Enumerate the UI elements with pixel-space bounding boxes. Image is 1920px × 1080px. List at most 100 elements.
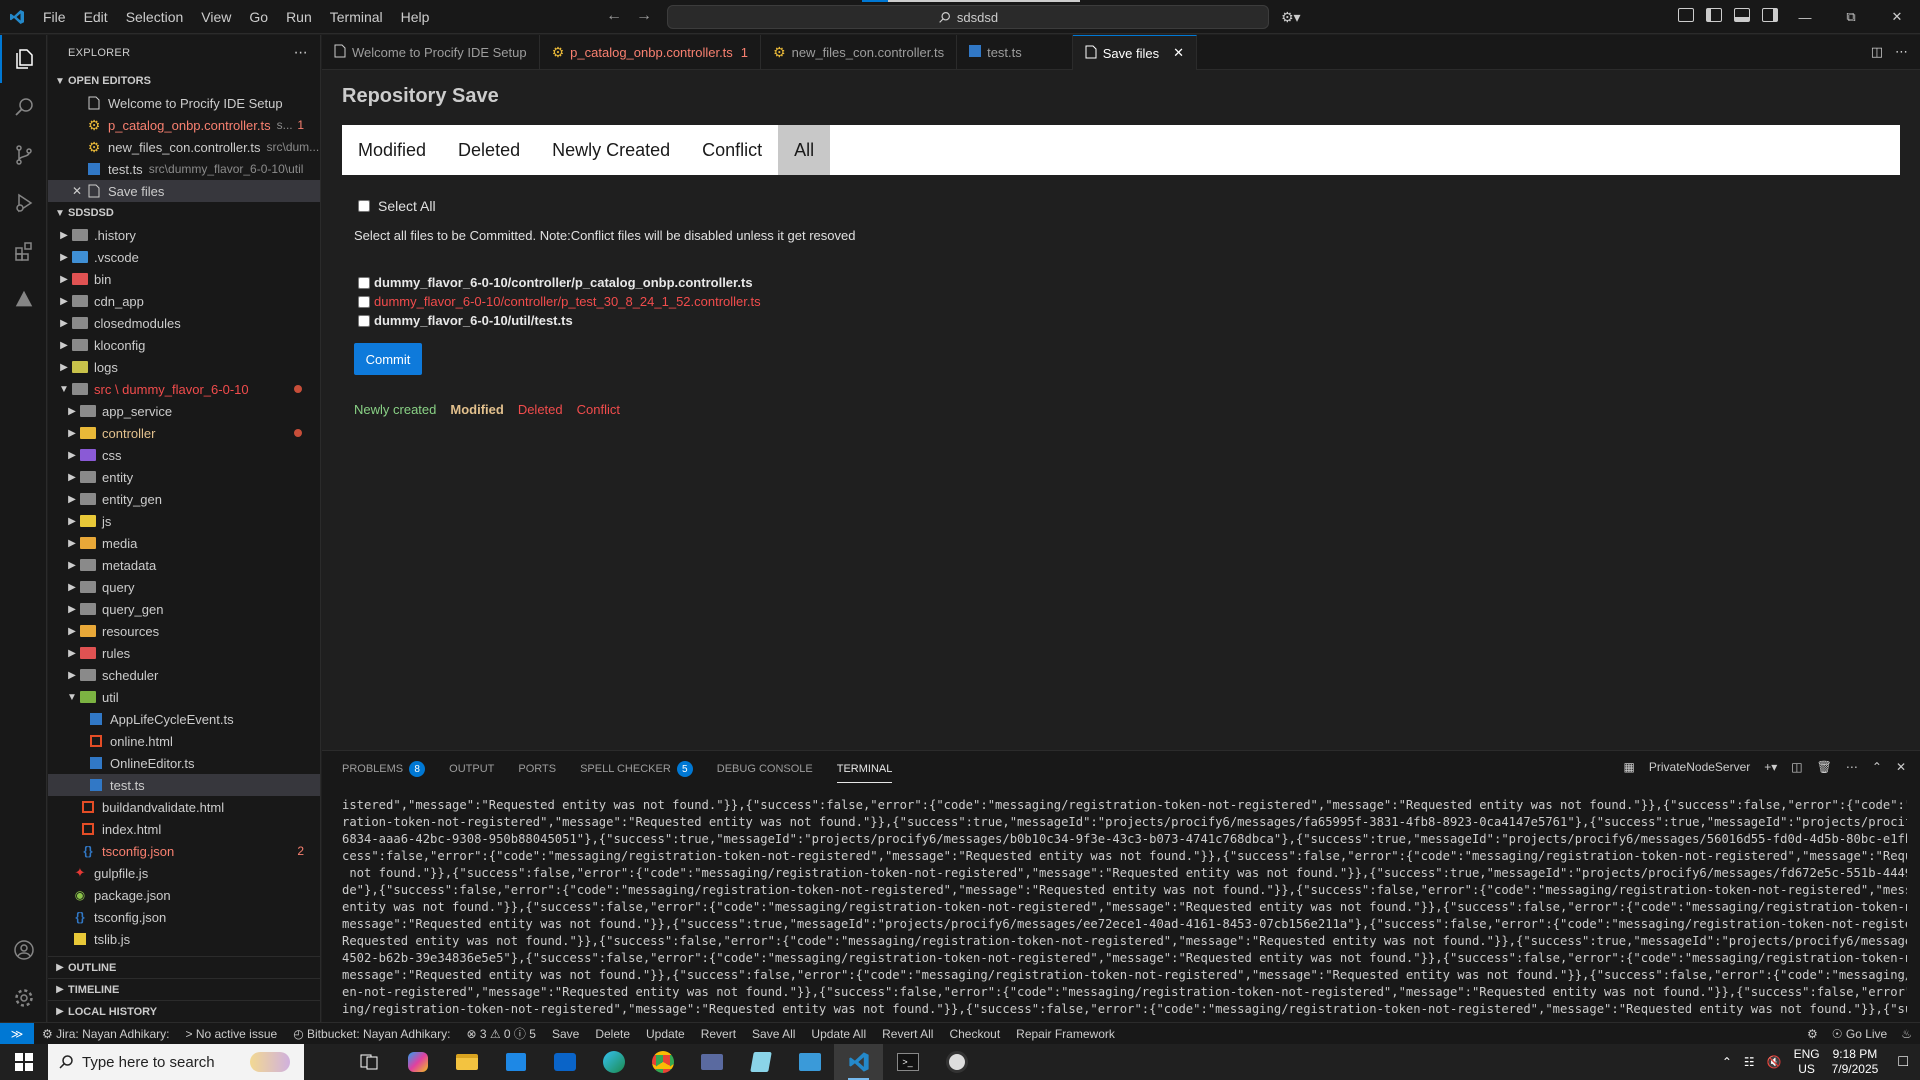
browser-app-icon[interactable]: [932, 1044, 981, 1080]
tree-file-item[interactable]: online.html: [48, 730, 320, 752]
tree-folder-item[interactable]: ▶ bin: [48, 268, 320, 290]
run-debug-icon[interactable]: [0, 179, 47, 227]
close-icon[interactable]: ✕: [1173, 45, 1184, 61]
tree-folder-item[interactable]: ▶ rules: [48, 642, 320, 664]
open-editor-new-files[interactable]: ⚙ new_files_con.controller.ts src\dum...: [48, 136, 320, 158]
copilot-app-icon[interactable]: [393, 1044, 442, 1080]
tab-terminal[interactable]: TERMINAL: [836, 751, 892, 787]
menu-edit[interactable]: Edit: [75, 0, 117, 34]
toggle-secondary-sidebar-icon[interactable]: [1762, 8, 1778, 22]
chrome-icon[interactable]: [638, 1044, 687, 1080]
file-explorer-icon[interactable]: [442, 1044, 491, 1080]
bitbucket-status[interactable]: ◴ Bitbucket: Nayan Adhikary:: [285, 1027, 458, 1041]
search-view-icon[interactable]: [0, 83, 47, 131]
notifications-bell-icon[interactable]: ♨: [1901, 1027, 1912, 1041]
customize-layout-icon[interactable]: [1678, 8, 1694, 22]
close-window-icon[interactable]: ✕: [1874, 0, 1920, 34]
select-all-checkbox[interactable]: [358, 200, 370, 212]
terminal-app-icon[interactable]: >_: [883, 1044, 932, 1080]
tree-folder-item[interactable]: ▶ kloconfig: [48, 334, 320, 356]
close-icon[interactable]: ✕: [72, 184, 86, 198]
menu-view[interactable]: View: [192, 0, 240, 34]
tree-folder-item[interactable]: ▼ util: [48, 686, 320, 708]
open-editor-welcome[interactable]: Welcome to Procify IDE Setup: [48, 92, 320, 114]
copilot-icon[interactable]: ⚙▾: [1281, 9, 1301, 26]
tree-file-item[interactable]: {} tsconfig.json: [48, 906, 320, 928]
tab-test-ts[interactable]: test.ts: [957, 35, 1073, 70]
tab-welcome[interactable]: Welcome to Procify IDE Setup: [322, 35, 540, 70]
commit-button[interactable]: Commit: [354, 343, 422, 375]
more-actions-icon[interactable]: ⋯: [1846, 760, 1858, 774]
language-indicator[interactable]: ENG US: [1794, 1047, 1820, 1077]
kill-terminal-icon[interactable]: 🗑: [1817, 760, 1832, 774]
clock[interactable]: 9:18 PM 7/9/2025: [1832, 1047, 1879, 1077]
toggle-panel-icon[interactable]: [1734, 8, 1750, 22]
command-center-search[interactable]: sdsdsd: [667, 5, 1269, 29]
network-icon[interactable]: ☷: [1744, 1055, 1755, 1069]
forward-arrow-icon[interactable]: →: [636, 7, 652, 25]
filter-newly-created[interactable]: Newly Created: [536, 125, 686, 175]
tree-folder-item[interactable]: ▶ js: [48, 510, 320, 532]
file-checkbox[interactable]: [358, 314, 370, 327]
minimize-icon[interactable]: —: [1782, 0, 1828, 34]
menu-selection[interactable]: Selection: [117, 0, 193, 34]
tree-folder-item[interactable]: ▶ scheduler: [48, 664, 320, 686]
edge-icon[interactable]: [589, 1044, 638, 1080]
windows-start-icon[interactable]: [0, 1044, 48, 1080]
copilot-status-icon[interactable]: ⚙: [1807, 1027, 1818, 1041]
tree-file-item[interactable]: buildandvalidate.html: [48, 796, 320, 818]
local-history-header[interactable]: ▶ LOCAL HISTORY: [48, 1000, 320, 1022]
status-repair-framework[interactable]: Repair Framework: [1008, 1027, 1123, 1041]
close-panel-icon[interactable]: ✕: [1896, 760, 1906, 774]
menu-help[interactable]: Help: [392, 0, 439, 34]
status-revert[interactable]: Revert: [693, 1027, 744, 1041]
show-hidden-icons-icon[interactable]: ⌃: [1722, 1055, 1732, 1069]
explorer-icon[interactable]: [0, 35, 47, 83]
workspace-header[interactable]: ▼ SDSDSD: [48, 202, 320, 224]
tree-file-item[interactable]: ✦ gulpfile.js: [48, 862, 320, 884]
tree-file-item[interactable]: ◉ package.json: [48, 884, 320, 906]
tree-folder-item[interactable]: ▶ .history: [48, 224, 320, 246]
go-live-button[interactable]: ☉ Go Live: [1832, 1027, 1887, 1041]
status-update-all[interactable]: Update All: [803, 1027, 874, 1041]
tab-save-files[interactable]: Save files ✕: [1072, 35, 1198, 70]
volume-muted-icon[interactable]: 🔇: [1767, 1055, 1782, 1069]
tree-file-item[interactable]: {} tsconfig.json 2: [48, 840, 320, 862]
status-revert-all[interactable]: Revert All: [874, 1027, 941, 1041]
tree-folder-item[interactable]: ▶ resources: [48, 620, 320, 642]
tab-ports[interactable]: PORTS: [518, 751, 556, 787]
control-panel-icon[interactable]: [785, 1044, 834, 1080]
microsoft-store-icon[interactable]: [491, 1044, 540, 1080]
tree-file-item[interactable]: OnlineEditor.ts: [48, 752, 320, 774]
tab-output[interactable]: OUTPUT: [449, 751, 494, 787]
tree-folder-item[interactable]: ▶ metadata: [48, 554, 320, 576]
accounts-icon[interactable]: [0, 926, 47, 974]
problems-status[interactable]: ⊗ 3 ⚠ 0 ⓘ 5: [458, 1025, 544, 1042]
tree-folder-item[interactable]: ▶ css: [48, 444, 320, 466]
tree-folder-item[interactable]: ▶ query_gen: [48, 598, 320, 620]
new-terminal-icon[interactable]: +▾: [1764, 760, 1777, 774]
toggle-sidebar-icon[interactable]: [1706, 8, 1722, 22]
tree-folder-item[interactable]: ▶ cdn_app: [48, 290, 320, 312]
open-editor-save-files[interactable]: ✕ Save files: [48, 180, 320, 202]
vscode-taskbar-icon[interactable]: [834, 1044, 883, 1080]
split-terminal-icon[interactable]: ◫: [1791, 760, 1802, 774]
notification-center-icon[interactable]: □: [1898, 1053, 1908, 1071]
jira-status[interactable]: ⚙ Jira: Nayan Adhikary:: [34, 1027, 177, 1041]
status-delete[interactable]: Delete: [587, 1027, 638, 1041]
tree-file-item[interactable]: AppLifeCycleEvent.ts: [48, 708, 320, 730]
tree-folder-item[interactable]: ▶ logs: [48, 356, 320, 378]
terminal-name[interactable]: PrivateNodeServer: [1649, 760, 1750, 774]
maximize-panel-icon[interactable]: ⌃: [1872, 760, 1882, 774]
jira-issue[interactable]: > No active issue: [177, 1027, 285, 1041]
file-checkbox[interactable]: [358, 295, 370, 308]
taskbar-search-input[interactable]: Type here to search: [48, 1044, 304, 1080]
tree-folder-item[interactable]: ▶ entity_gen: [48, 488, 320, 510]
tree-folder-item[interactable]: ▶ controller: [48, 422, 320, 444]
settings-gear-icon[interactable]: [0, 974, 47, 1022]
filter-conflict[interactable]: Conflict: [686, 125, 778, 175]
open-editor-p-catalog[interactable]: ⚙ p_catalog_onbp.controller.ts s... 1: [48, 114, 320, 136]
tree-file-item[interactable]: index.html: [48, 818, 320, 840]
menu-go[interactable]: Go: [240, 0, 277, 34]
tab-problems[interactable]: PROBLEMS 8: [342, 751, 426, 787]
